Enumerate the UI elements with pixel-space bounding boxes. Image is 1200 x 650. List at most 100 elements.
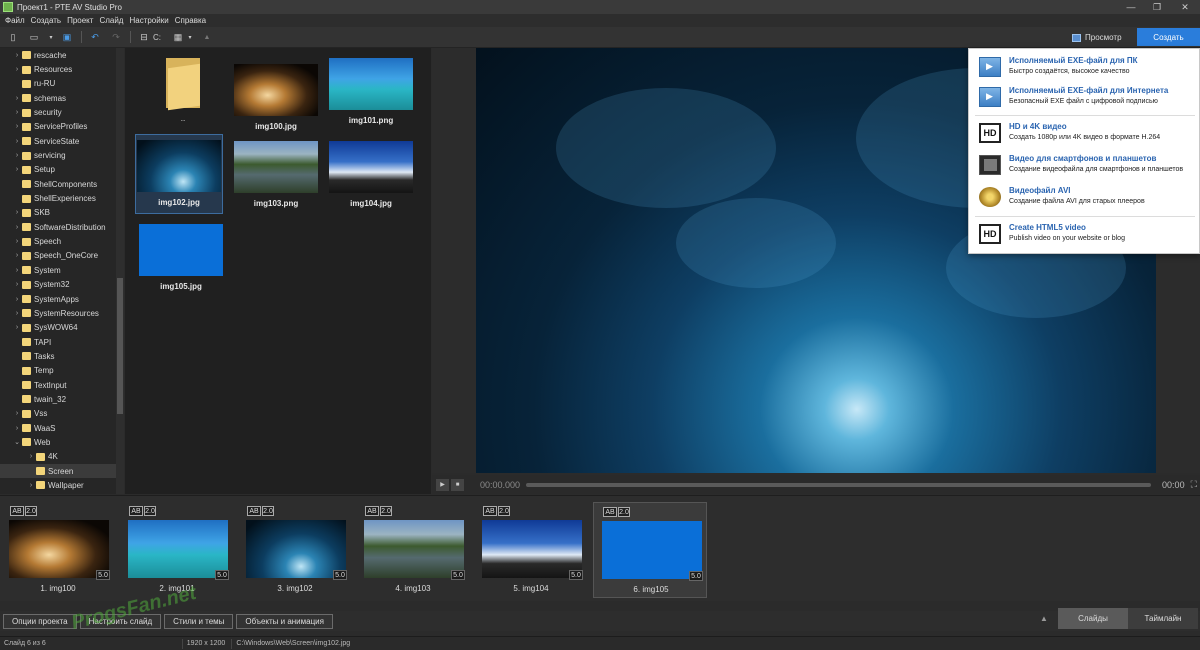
expand-arrow-icon[interactable]: › (12, 52, 22, 59)
tab-slides[interactable]: Слайды (1058, 608, 1128, 629)
expand-arrow-icon[interactable]: › (12, 296, 22, 303)
slide-item[interactable]: AB 2.0 5.0 3. img102 (238, 502, 352, 598)
tree-item[interactable]: › servicing (0, 148, 124, 162)
menu-item-exe-web[interactable]: Исполняемый EXE-файл для Интернета Безоп… (969, 83, 1200, 113)
fullscreen-icon[interactable]: ⛶ (1191, 479, 1197, 490)
file-item[interactable]: img100.jpg (232, 64, 320, 131)
tree-item[interactable]: › rescache (0, 48, 124, 62)
play-icon[interactable]: ▶ (436, 478, 449, 491)
expand-arrow-icon[interactable]: › (12, 152, 22, 159)
transition-duration[interactable]: 2.0 (498, 506, 510, 516)
tree-item[interactable]: Screen (0, 463, 124, 479)
tree-item[interactable]: ⌄ Web (0, 435, 124, 449)
new-project-icon[interactable]: ▯ (6, 30, 20, 44)
expand-arrow-icon[interactable]: › (12, 425, 22, 432)
view-dropdown-icon[interactable]: ▾ (187, 30, 193, 44)
customize-slide-button[interactable]: Настроить слайд (79, 613, 162, 629)
up-arrow-icon[interactable]: ▲ (200, 30, 214, 44)
tree-item[interactable]: TAPI (0, 335, 124, 349)
expand-arrow-icon[interactable]: › (26, 453, 36, 460)
transition-badge[interactable]: AB (129, 506, 143, 516)
transition-badge[interactable]: AB (10, 506, 24, 516)
slide-item[interactable]: AB 2.0 5.0 5. img104 (474, 502, 588, 598)
slide-duration[interactable]: 5.0 (96, 570, 110, 580)
transition-badge[interactable]: AB (483, 506, 497, 516)
slide-item[interactable]: AB 2.0 5.0 2. img101 (120, 502, 234, 598)
close-button[interactable]: ✕ (1170, 0, 1200, 14)
expand-arrow-icon[interactable]: › (12, 123, 22, 130)
tree-item[interactable]: ShellComponents (0, 177, 124, 191)
drive-label[interactable]: C: (153, 33, 161, 42)
open-folder-icon[interactable]: ▭ (27, 30, 41, 44)
tree-item[interactable]: › ServiceProfiles (0, 120, 124, 134)
transition-badge[interactable]: AB (603, 507, 617, 517)
preview-button[interactable]: Просмотр (1064, 30, 1130, 45)
tree-item[interactable]: ru-RU (0, 77, 124, 91)
stop-icon[interactable]: ■ (451, 478, 464, 491)
transition-duration[interactable]: 2.0 (618, 507, 630, 517)
undo-icon[interactable]: ↶ (88, 30, 102, 44)
menu-help[interactable]: Справка (172, 16, 209, 25)
file-item[interactable]: img103.png (232, 141, 320, 208)
expand-arrow-icon[interactable]: › (12, 224, 22, 231)
menu-create[interactable]: Создать (28, 16, 64, 25)
objects-animation-button[interactable]: Объекты и анимация (236, 613, 333, 629)
tab-timeline[interactable]: Таймлайн (1128, 608, 1198, 629)
slide-item[interactable]: AB 2.0 5.0 4. img103 (356, 502, 470, 598)
menu-item-avi[interactable]: Видеофайл AVI Создание файла AVI для ста… (969, 183, 1200, 213)
slide-duration[interactable]: 5.0 (333, 570, 347, 580)
expand-arrow-icon[interactable]: › (12, 66, 22, 73)
file-item[interactable]: img101.png (327, 58, 415, 125)
file-item[interactable]: img104.jpg (327, 141, 415, 208)
tree-item[interactable]: › security (0, 105, 124, 119)
tree-scrollbar[interactable] (116, 48, 124, 494)
tree-item[interactable]: Temp (0, 364, 124, 378)
tree-item[interactable]: › Wallpaper (0, 478, 124, 492)
expand-arrow-icon[interactable]: › (12, 310, 22, 317)
slide-duration[interactable]: 5.0 (689, 571, 703, 581)
transition-badge[interactable]: AB (365, 506, 379, 516)
styles-themes-button[interactable]: Стили и темы (164, 613, 234, 629)
menu-item-mobile-video[interactable]: Видео для смартфонов и планшетов Создани… (969, 151, 1200, 181)
file-item-selected[interactable]: img102.jpg (135, 134, 223, 214)
tree-item[interactable]: › SoftwareDistribution (0, 220, 124, 234)
file-item[interactable]: img105.jpg (137, 224, 225, 291)
slide-duration[interactable]: 5.0 (451, 570, 465, 580)
tree-item[interactable]: › SystemResources (0, 306, 124, 320)
tree-item[interactable]: › Resources (0, 62, 124, 76)
tree-item[interactable]: › System (0, 263, 124, 277)
collapse-arrow-icon[interactable]: ▲ (1040, 614, 1048, 623)
expand-arrow-icon[interactable]: › (12, 238, 22, 245)
expand-arrow-icon[interactable]: › (26, 482, 36, 489)
tree-item[interactable]: › WaaS (0, 421, 124, 435)
file-item-parent[interactable]: .. (139, 56, 227, 123)
menu-item-html5[interactable]: HD Create HTML5 video Publish video on y… (969, 220, 1200, 250)
transition-badge[interactable]: AB (247, 506, 261, 516)
slide-item[interactable]: AB 2.0 5.0 1. img100 (1, 502, 115, 598)
expand-arrow-icon[interactable]: ⌄ (12, 438, 22, 446)
project-options-button[interactable]: Опции проекта (3, 613, 77, 629)
slide-duration[interactable]: 5.0 (569, 570, 583, 580)
minimize-button[interactable]: — (1118, 0, 1144, 14)
tree-item[interactable]: TextInput (0, 378, 124, 392)
slide-duration[interactable]: 5.0 (215, 570, 229, 580)
slide-item-selected[interactable]: AB 2.0 5.0 6. img105 (593, 502, 707, 598)
transition-duration[interactable]: 2.0 (25, 506, 37, 516)
expand-arrow-icon[interactable]: › (12, 324, 22, 331)
expand-arrow-icon[interactable]: › (12, 109, 22, 116)
expand-arrow-icon[interactable]: › (12, 252, 22, 259)
tree-item[interactable]: › SystemApps (0, 292, 124, 306)
menu-slide[interactable]: Слайд (96, 16, 126, 25)
tree-item[interactable]: › Speech_OneCore (0, 249, 124, 263)
expand-arrow-icon[interactable]: › (12, 410, 22, 417)
expand-arrow-icon[interactable]: › (12, 209, 22, 216)
tree-item[interactable]: Tasks (0, 349, 124, 363)
tree-item[interactable]: twain_32 (0, 392, 124, 406)
tree-item[interactable]: › Speech (0, 234, 124, 248)
tree-item[interactable]: › Setup (0, 163, 124, 177)
create-button[interactable]: Создать (1137, 28, 1200, 46)
tree-item[interactable]: › schemas (0, 91, 124, 105)
drive-icon[interactable]: ⊟ (137, 30, 151, 44)
tree-item[interactable]: › ServiceState (0, 134, 124, 148)
menu-item-hd-video[interactable]: HD HD и 4K видео Создать 1080p или 4K ви… (969, 119, 1200, 149)
